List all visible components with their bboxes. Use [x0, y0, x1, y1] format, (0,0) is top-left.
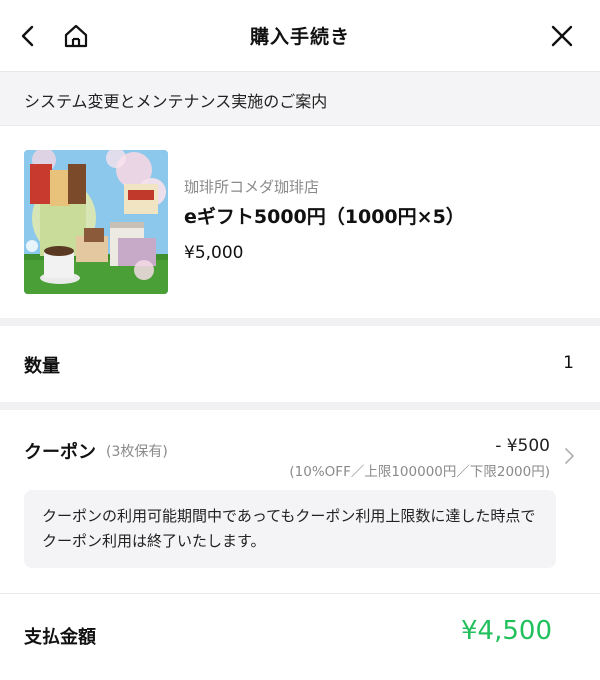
product-summary: 珈琲所コメダ珈琲店 eギフト5000円（1000円×5） ¥5,000 [0, 126, 600, 318]
notice-text: システム変更とメンテナンス実施のご案内 [24, 92, 328, 111]
app-header: 購入手続き [0, 0, 600, 72]
payment-total-row: 支払金額 ¥4,500 [0, 594, 600, 680]
close-icon [551, 25, 573, 47]
page-title: 購入手続き [249, 26, 350, 48]
product-price: ¥5,000 [184, 243, 244, 263]
shop-name: 珈琲所コメダ珈琲店 [184, 178, 320, 196]
coupon-section[interactable]: クーポン (3枚保有) - ¥500 (10%OFF／上限100000円／下限2… [0, 410, 600, 594]
total-amount: ¥4,500 [461, 616, 552, 646]
maintenance-notice-banner[interactable]: システム変更とメンテナンス実施のご案内 [0, 72, 600, 126]
coupon-discount-detail: (10%OFF／上限100000円／下限2000円) [289, 464, 550, 480]
gift-product-photo [24, 150, 168, 294]
chevron-right-icon[interactable] [560, 446, 580, 466]
quantity-label: 数量 [24, 356, 60, 377]
coupon-discount-amount: - ¥500 [495, 436, 550, 456]
quantity-row: 数量 1 [0, 326, 600, 402]
coupon-label: クーポン [24, 442, 96, 463]
total-label: 支払金額 [24, 627, 96, 648]
section-divider [0, 318, 600, 326]
product-name: eギフト5000円（1000円×5） [184, 206, 465, 228]
close-button[interactable] [544, 18, 580, 54]
coupon-owned-count: (3枚保有) [106, 444, 168, 460]
section-divider [0, 402, 600, 410]
coupon-usage-note: クーポンの利用可能期間中であってもクーポン利用上限数に達した時点でクーポン利用は… [24, 490, 556, 568]
quantity-value: 1 [563, 353, 574, 373]
product-image [24, 150, 168, 294]
